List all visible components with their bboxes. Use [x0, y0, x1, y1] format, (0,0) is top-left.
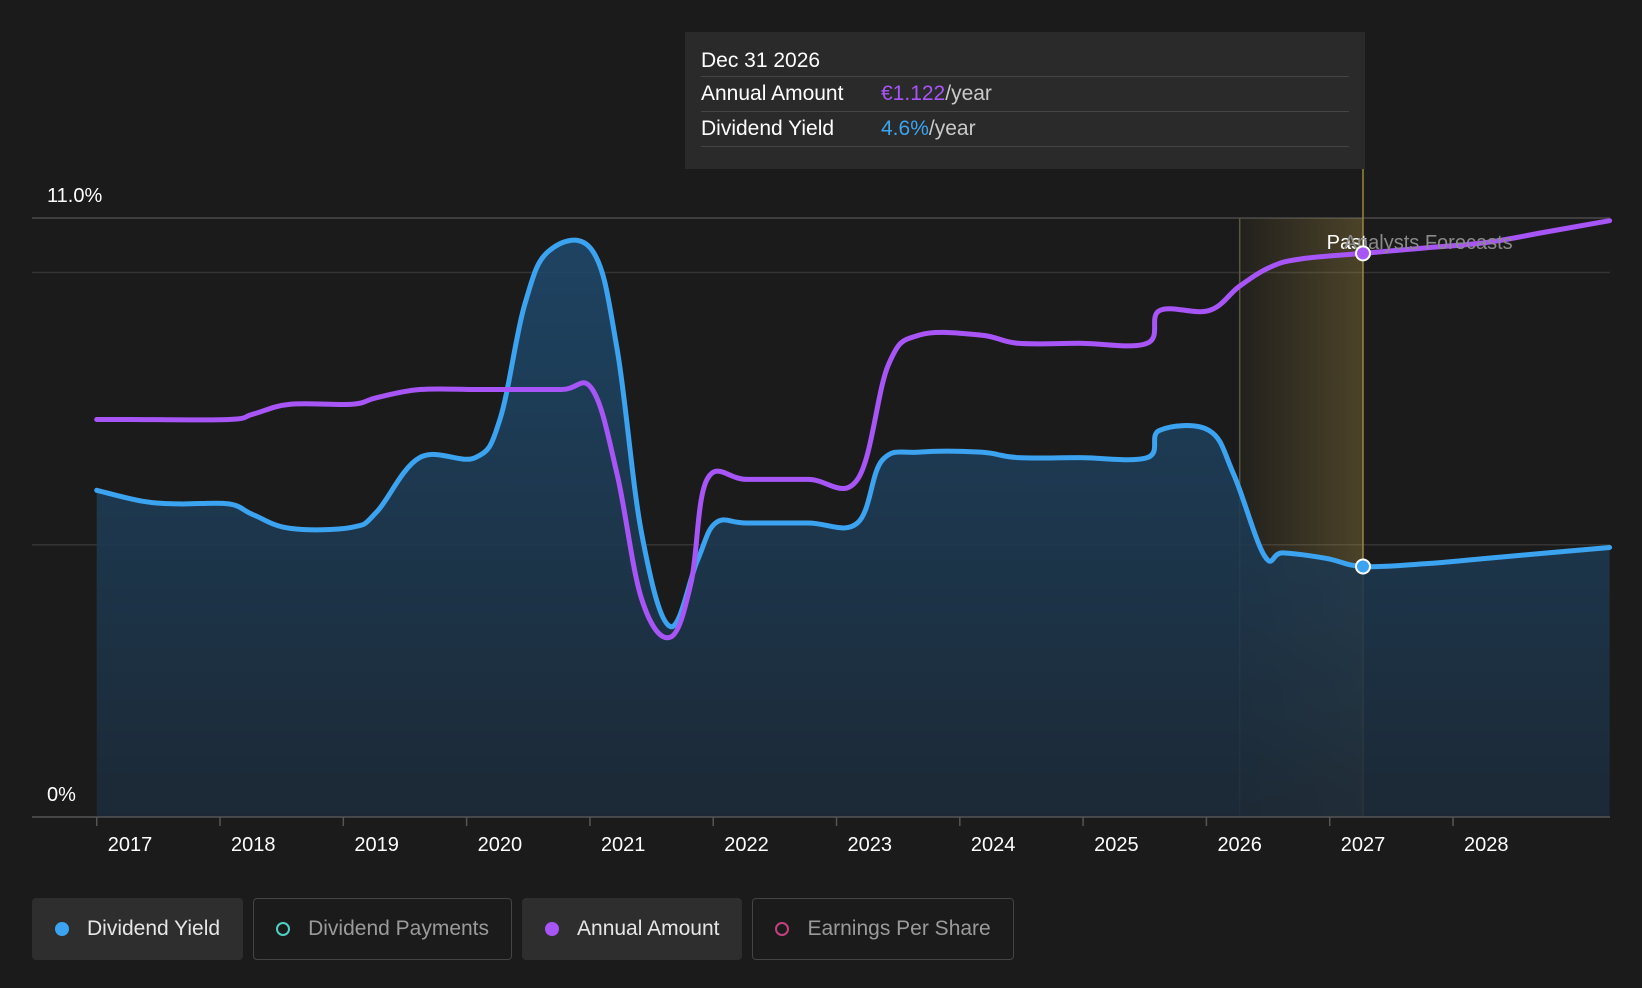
legend-annual-amount-button[interactable]: Annual Amount: [522, 898, 743, 960]
x-tick-label: 2022: [724, 834, 769, 856]
legend-dot-icon: [55, 922, 69, 936]
grid-lines: [32, 217, 1610, 546]
legend-dividend-yield-button[interactable]: Dividend Yield: [32, 898, 244, 960]
legend-label: Dividend Payments: [308, 917, 490, 940]
tooltip-yield-row: Dividend Yield 4.6% /year: [701, 112, 1349, 147]
tooltip-annual-label: Annual Amount: [701, 82, 844, 105]
chart-tooltip: Dec 31 2026 Annual Amount €1.122 /year D…: [685, 32, 1365, 169]
legend-dot-icon: [545, 922, 560, 936]
y-axis-bottom-label: 0%: [47, 784, 76, 806]
x-tick-label: 2025: [1094, 834, 1139, 856]
legend-label: Dividend Yield: [87, 917, 221, 940]
tooltip-yield-unit: /year: [928, 117, 976, 140]
tooltip-annual-row: Annual Amount €1.122 /year: [701, 77, 1349, 112]
x-tick-label: 2028: [1464, 834, 1509, 856]
annual-amount-marker: [1355, 245, 1371, 262]
x-axis-ticks: 2017 2018 2019 2020 2021 2022 2023 2024 2025 2026…: [95, 817, 1509, 856]
legend-ring-icon: [276, 922, 291, 936]
x-tick-label: 2023: [848, 834, 893, 856]
x-tick-label: 2020: [478, 834, 523, 856]
x-tick-label: 2021: [601, 834, 646, 856]
x-tick-label: 2017: [108, 834, 153, 856]
y-axis-top-label: 11.0%: [47, 185, 102, 207]
legend-earnings-per-share-button[interactable]: Earnings Per Share: [752, 898, 1014, 960]
x-tick-label: 2026: [1217, 834, 1262, 856]
legend-ring-icon: [775, 922, 790, 936]
x-tick-label: 2019: [354, 834, 399, 856]
tooltip-yield-label: Dividend Yield: [701, 117, 835, 140]
legend-label: Annual Amount: [577, 917, 720, 940]
x-tick-label: 2024: [971, 834, 1016, 856]
legend-label: Earnings Per Share: [807, 917, 991, 940]
dividend-yield-marker: [1355, 558, 1371, 575]
tooltip-yield-value: 4.6%: [881, 117, 929, 140]
chart-legend: Dividend Yield Dividend Payments Annual …: [32, 898, 1014, 960]
legend-dividend-payments-button[interactable]: Dividend Payments: [253, 898, 513, 960]
tooltip-annual-unit: /year: [945, 82, 992, 105]
tooltip-annual-value: €1.122: [881, 82, 946, 105]
x-tick-label: 2018: [231, 834, 276, 856]
tooltip-date: Dec 31 2026: [701, 46, 1349, 77]
x-tick-label: 2027: [1341, 834, 1386, 856]
